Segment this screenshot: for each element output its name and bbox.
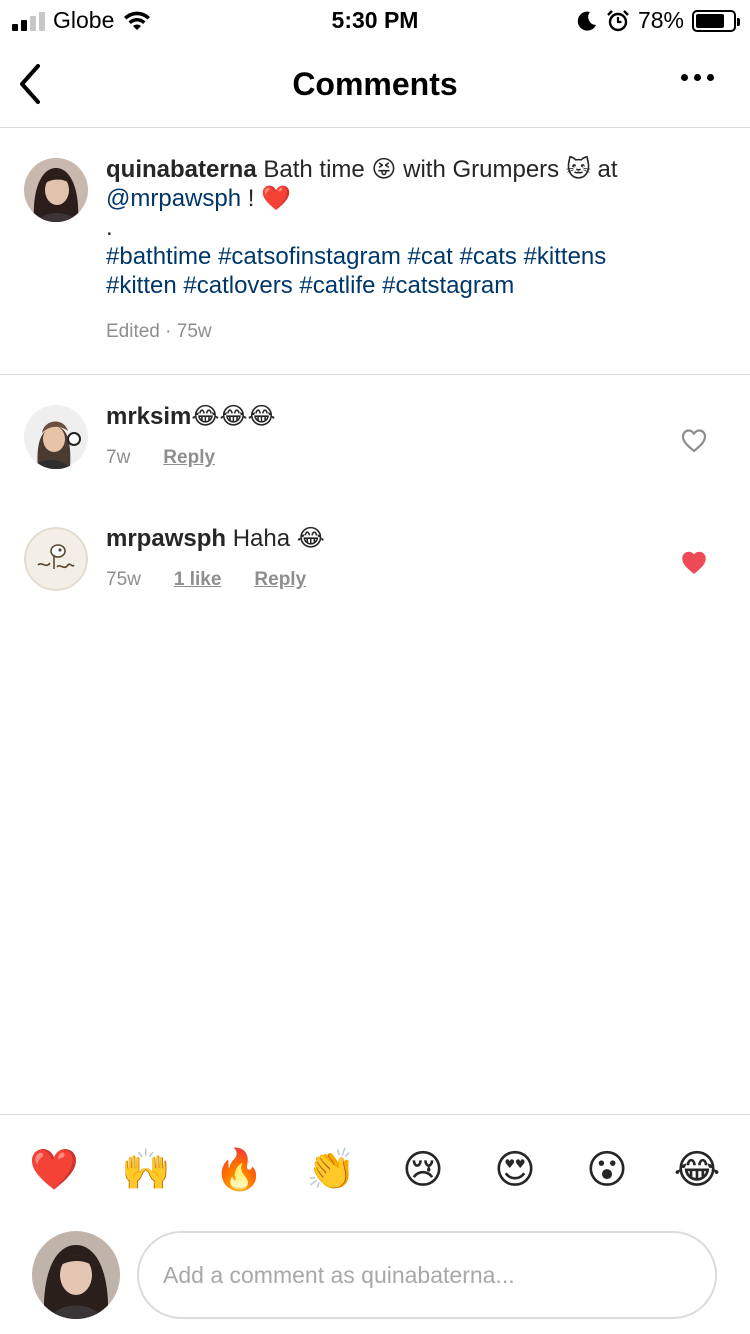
tears-of-joy-emoji: 😂😂😂 — [191, 402, 276, 430]
battery-icon — [692, 9, 740, 32]
likes-count-button[interactable]: 1 like — [174, 569, 222, 591]
comment-time: 75w — [106, 569, 141, 590]
comment-time: 7w — [106, 447, 131, 468]
reply-button[interactable]: Reply — [254, 569, 306, 591]
like-heart-filled-icon[interactable] — [680, 550, 708, 576]
comment-username[interactable]: mrksim — [106, 403, 191, 430]
reaction-fire-emoji[interactable]: 🔥 — [214, 1145, 264, 1195]
comment-body: Haha — [226, 525, 297, 552]
status-bar: Globe 5:30 PM 78% — [0, 0, 750, 40]
comment-meta: 7w Reply — [106, 447, 215, 469]
reaction-heart-emoji[interactable]: ❤️ — [29, 1145, 79, 1195]
page-title: Comments — [292, 66, 458, 102]
comment-author-avatar[interactable] — [24, 405, 88, 469]
caption-text-part: Bath time — [256, 156, 372, 183]
comment-text: mrpawsph Haha 😂 — [106, 524, 325, 553]
cat-face-emoji: 🐱 — [565, 155, 591, 183]
reaction-crying-emoji[interactable]: 😢 — [398, 1145, 448, 1195]
squinting-tongue-emoji: 😝 — [371, 155, 397, 183]
reaction-raising-hands-emoji[interactable]: 🙌 — [121, 1145, 171, 1195]
comment-input-wrapper — [137, 1231, 717, 1319]
comment-composer-bar: ❤️ 🙌 🔥 👏 😢 😍 😮 😂 — [0, 1114, 750, 1334]
comment-author-avatar[interactable] — [24, 527, 88, 591]
current-user-avatar — [32, 1231, 120, 1319]
reaction-surprised-emoji[interactable]: 😮 — [582, 1145, 632, 1195]
comments-header: Comments — [0, 40, 750, 128]
reply-button[interactable]: Reply — [163, 447, 215, 469]
caption-hashtags-line-2[interactable]: #kitten #catlovers #catlife #catstagram — [106, 272, 514, 299]
caption-dot: . — [106, 214, 113, 241]
caption-username[interactable]: quinabaterna — [106, 156, 257, 183]
comment-username[interactable]: mrpawsph — [106, 525, 226, 552]
reaction-heart-eyes-emoji[interactable]: 😍 — [490, 1145, 540, 1195]
reaction-tears-of-joy-emoji[interactable]: 😂 — [672, 1145, 722, 1195]
red-heart-emoji: ❤️ — [261, 184, 291, 212]
comment-text: mrksim😂😂😂 — [106, 402, 276, 431]
status-right: 78% — [576, 7, 740, 34]
moon-icon — [577, 11, 596, 31]
alarm-clock-icon — [607, 9, 629, 31]
battery-percent: 78% — [637, 7, 684, 33]
quick-reactions-row: ❤️ 🙌 🔥 👏 😢 😍 😮 😂 — [0, 1145, 750, 1195]
more-options-button[interactable] — [681, 74, 714, 81]
caption-text: quinabaterna Bath time 😝 with Grumpers 🐱… — [106, 155, 706, 300]
like-heart-outline-icon[interactable] — [680, 428, 708, 454]
battery-fill — [696, 13, 725, 28]
comment-input[interactable] — [163, 1233, 703, 1317]
caption-text-part: ! — [241, 185, 262, 212]
reaction-clapping-emoji[interactable]: 👏 — [306, 1145, 356, 1195]
post-caption: quinabaterna Bath time 😝 with Grumpers 🐱… — [0, 129, 750, 375]
caption-author-avatar[interactable] — [24, 158, 88, 222]
caption-text-part: with Grumpers — [396, 156, 566, 183]
caption-mention[interactable]: @mrpawsph — [106, 185, 241, 212]
tears-of-joy-emoji: 😂 — [296, 524, 325, 552]
caption-hashtags-line-1[interactable]: #bathtime #catsofinstagram #cat #cats #k… — [106, 243, 606, 270]
comment-meta: 75w 1 like Reply — [106, 569, 306, 591]
caption-meta: Edited · 75w — [106, 321, 212, 342]
caption-text-part: at — [590, 156, 618, 183]
